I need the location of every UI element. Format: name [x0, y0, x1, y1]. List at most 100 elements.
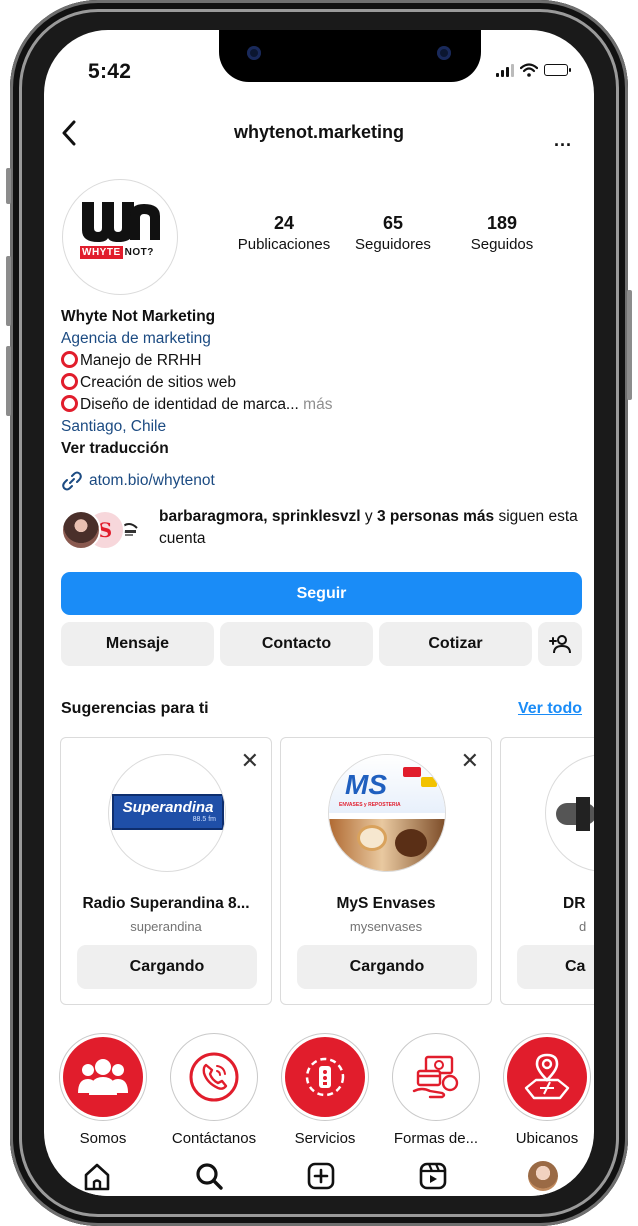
highlight-label: Formas de... [393, 1130, 479, 1147]
profile-username: whytenot.marketing [233, 122, 405, 142]
profile-stats: 24 Publicaciones 65 Seguidores 189 Segui… [234, 213, 574, 253]
profile-link[interactable]: atom.bio/whytenot [61, 470, 215, 492]
profile-bio: Whyte Not Marketing Agencia de marketing… [61, 306, 581, 460]
suggestion-avatar[interactable] [545, 754, 594, 872]
sensor-icon [437, 46, 451, 60]
brand-logo-tag: WHYTE NOT? [80, 246, 156, 259]
bio-line-2: Creación de sitios web [80, 374, 236, 391]
dismiss-icon[interactable]: ✕ [241, 748, 259, 774]
stat-following-count: 189 [486, 213, 518, 233]
suggestion-card[interactable]: ✕ Superandina 88.5 fm Radio Superandina … [60, 737, 272, 1005]
superandina-logo-text: Superandina [122, 799, 214, 816]
quote-button[interactable]: Cotizar [379, 622, 532, 666]
highlight-label: Somos [79, 1130, 127, 1147]
stat-following[interactable]: 189 Seguidos [452, 213, 552, 253]
stat-followers-count: 65 [382, 213, 404, 233]
logo-tag-red: WHYTE [80, 246, 123, 259]
highlight-item[interactable]: Formas de... [391, 1033, 481, 1147]
see-translation-link[interactable]: Ver traducción [61, 438, 581, 460]
suggestion-avatar[interactable]: Superandina 88.5 fm [108, 754, 226, 872]
highlight-item[interactable]: Somos [58, 1033, 148, 1147]
stat-following-label: Seguidos [470, 236, 534, 253]
wifi-icon [520, 63, 538, 77]
power-button [627, 290, 632, 400]
suggestion-avatar[interactable]: MS ENVASES y REPOSTERIA [328, 754, 446, 872]
contact-button[interactable]: Contacto [220, 622, 373, 666]
bio-line: Creación de sitios web [61, 372, 581, 394]
bio-line-3: Diseño de identidad de marca... [80, 396, 299, 413]
stat-followers[interactable]: 65 Seguidores [334, 213, 452, 253]
profile-category[interactable]: Agencia de marketing [61, 328, 581, 350]
see-all-link[interactable]: Ver todo [518, 700, 582, 718]
story-highlights: Somos Contáctanos Servicios Formas de...… [44, 1033, 594, 1153]
location-map-icon [507, 1037, 587, 1117]
payment-methods-icon [396, 1037, 476, 1117]
suggestion-follow-button[interactable]: Cargando [297, 945, 477, 989]
reels-icon[interactable] [418, 1161, 448, 1191]
profile-link-text[interactable]: atom.bio/whytenot [89, 472, 215, 490]
highlight-item[interactable]: Servicios [280, 1033, 370, 1147]
volume-down-button [6, 346, 11, 416]
follower-avatar [61, 510, 101, 550]
suggestion-follow-button[interactable]: Ca [517, 945, 594, 989]
profile-tab-avatar[interactable] [528, 1161, 558, 1191]
suggestions-header: Sugerencias para ti Ver todo [61, 700, 582, 718]
suggestion-name: Radio Superandina 8... [82, 895, 250, 912]
new-post-icon[interactable] [306, 1161, 336, 1191]
suggested-accounts-button[interactable] [538, 622, 582, 666]
followed-by-joiner: y [360, 508, 377, 525]
profile-name: Whyte Not Marketing [61, 308, 216, 325]
status-icons [496, 63, 571, 77]
more-options-icon[interactable]: ... [554, 130, 572, 151]
home-icon[interactable] [82, 1161, 112, 1191]
highlight-label: Contáctanos [171, 1130, 257, 1147]
silent-switch [6, 168, 11, 204]
logo-tag-black: NOT? [124, 247, 154, 258]
red-circle-icon [61, 373, 78, 390]
profile-location[interactable]: Santiago, Chile [61, 416, 581, 438]
bottom-nav [44, 1155, 594, 1196]
bio-line: Manejo de RRHH [61, 350, 581, 372]
suggestion-follow-button[interactable]: Cargando [77, 945, 257, 989]
followed-by-names: barbaragmora, sprinklesvzl [159, 508, 361, 525]
suggestion-name: DR [563, 895, 586, 912]
signal-icon [496, 63, 514, 77]
bio-more-link[interactable]: más [303, 396, 332, 413]
bio-line: Diseño de identidad de marca... más [61, 394, 581, 416]
battery-icon [544, 64, 571, 76]
superandina-logo-icon: Superandina 88.5 fm [112, 794, 224, 830]
group-icon [63, 1037, 143, 1117]
services-icon [285, 1037, 365, 1117]
message-button[interactable]: Mensaje [61, 622, 214, 666]
stat-posts[interactable]: 24 Publicaciones [234, 213, 334, 253]
red-circle-icon [61, 395, 78, 412]
suggestion-handle: mysenvases [349, 919, 423, 934]
stat-followers-label: Seguidores [355, 236, 431, 253]
suggestion-card[interactable]: ✕ MS ENVASES y REPOSTERIA MyS Envases my… [280, 737, 492, 1005]
link-icon [62, 471, 82, 491]
search-icon[interactable] [194, 1161, 224, 1191]
profile-header: whytenot.marketing ... [44, 114, 594, 154]
camera-icon [247, 46, 261, 60]
suggestion-card[interactable]: DR d Ca [500, 737, 594, 1005]
suggestion-name: MyS Envases [336, 895, 436, 912]
suggestion-handle: d [579, 919, 587, 934]
highlight-label: Ubicanos [515, 1130, 579, 1147]
profile-avatar[interactable]: WHYTE NOT? [62, 179, 178, 295]
highlight-item[interactable]: Ubicanos [502, 1033, 592, 1147]
phone-screen: 5:42 whytenot.marketing ... WHYTE NOT? 2… [44, 30, 594, 1196]
suggestions-title: Sugerencias para ti [61, 700, 209, 717]
mys-logo-sub: ENVASES y REPOSTERIA [339, 802, 401, 808]
stat-posts-label: Publicaciones [237, 236, 331, 253]
brand-logo-icon [82, 202, 160, 242]
dismiss-icon[interactable]: ✕ [461, 748, 479, 774]
notch [219, 30, 481, 82]
bio-line-1: Manejo de RRHH [80, 352, 202, 369]
volume-up-button [6, 256, 11, 326]
followed-by-text: barbaragmora, sprinklesvzl y 3 personas … [159, 506, 584, 550]
highlight-label: Servicios [294, 1130, 356, 1147]
status-time: 5:42 [88, 60, 132, 83]
suggestion-handle: superandina [130, 919, 202, 934]
highlight-item[interactable]: Contáctanos [169, 1033, 259, 1147]
follow-button[interactable]: Seguir [61, 572, 582, 615]
